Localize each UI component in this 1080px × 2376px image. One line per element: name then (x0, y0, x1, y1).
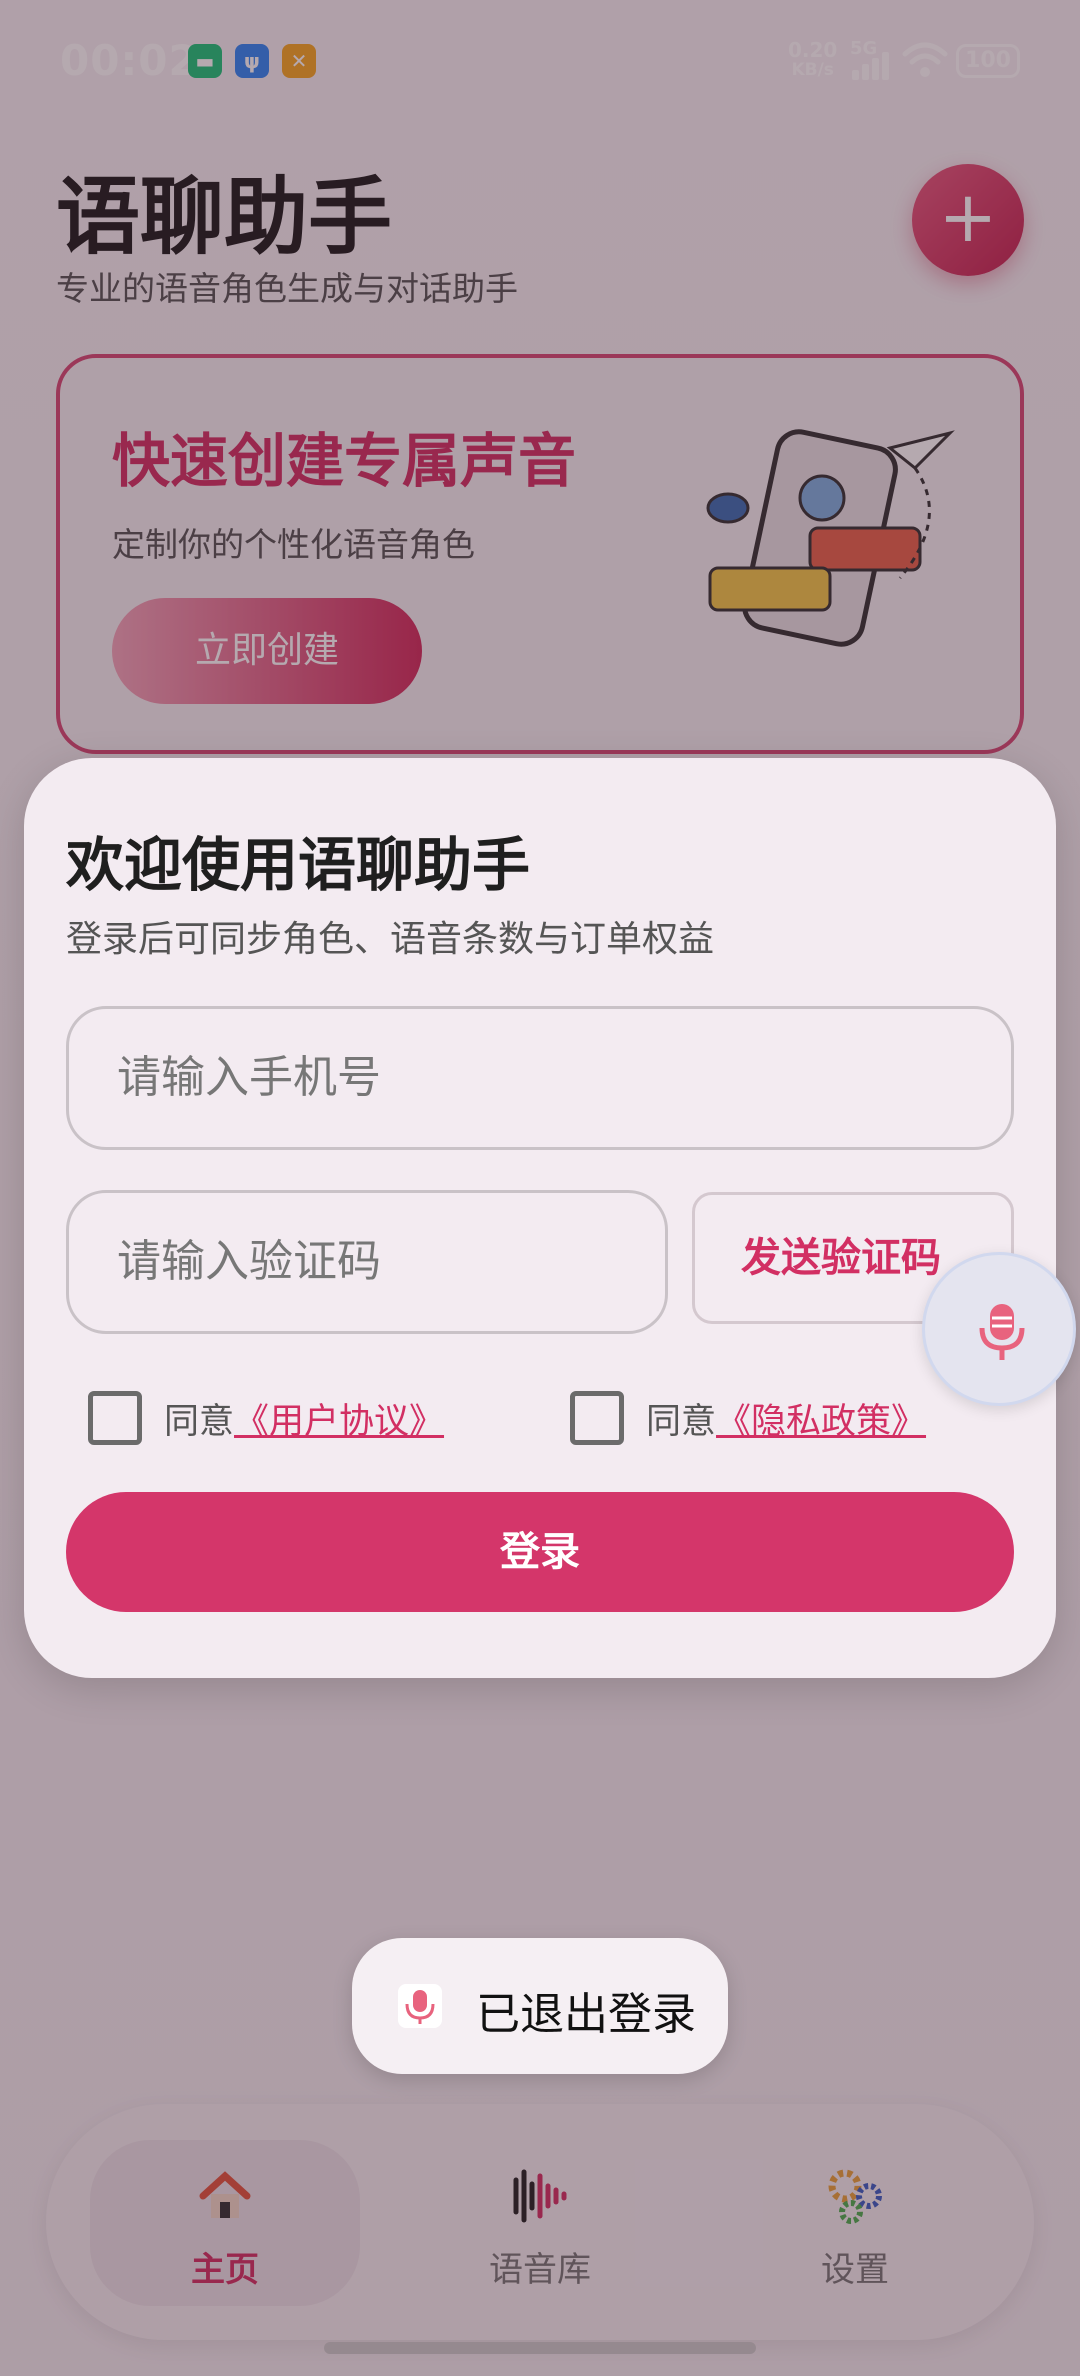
user-agreement-consent: 同意 《用户协议》 (88, 1388, 444, 1448)
phone-input[interactable]: 请输入手机号 (66, 1006, 1014, 1150)
login-subtitle: 登录后可同步角色、语音条数与订单权益 (66, 919, 715, 960)
user-agreement-link[interactable]: 《用户协议》 (234, 1393, 444, 1444)
floating-mic-button[interactable] (922, 1252, 1076, 1406)
user-agreement-checkbox[interactable] (88, 1391, 142, 1445)
privacy-policy-consent: 同意 《隐私政策》 (570, 1388, 926, 1448)
privacy-policy-checkbox[interactable] (570, 1391, 624, 1445)
login-button[interactable]: 登录 (66, 1492, 1014, 1612)
login-title: 欢迎使用语聊助手 (66, 831, 531, 899)
privacy-policy-link[interactable]: 《隐私政策》 (716, 1393, 926, 1444)
login-sheet: 欢迎使用语聊助手 登录后可同步角色、语音条数与订单权益 请输入手机号 请输入验证… (24, 758, 1056, 1678)
logout-toast: 已退出登录 (352, 1938, 728, 2074)
agree-label: 同意 (164, 1401, 235, 1442)
app-logo-icon (398, 1984, 442, 2028)
verification-code-input[interactable]: 请输入验证码 (66, 1190, 668, 1334)
agree-label: 同意 (646, 1401, 717, 1442)
toast-message: 已退出登录 (476, 1989, 696, 2040)
microphone-icon (979, 1304, 1025, 1360)
